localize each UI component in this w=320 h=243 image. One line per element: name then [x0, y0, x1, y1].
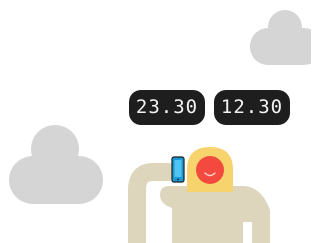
character-torso [160, 186, 270, 243]
character-face [196, 156, 224, 184]
character-arm [128, 163, 177, 243]
player-character [128, 147, 270, 243]
game-scene: 23.30 12.30 [0, 0, 311, 243]
